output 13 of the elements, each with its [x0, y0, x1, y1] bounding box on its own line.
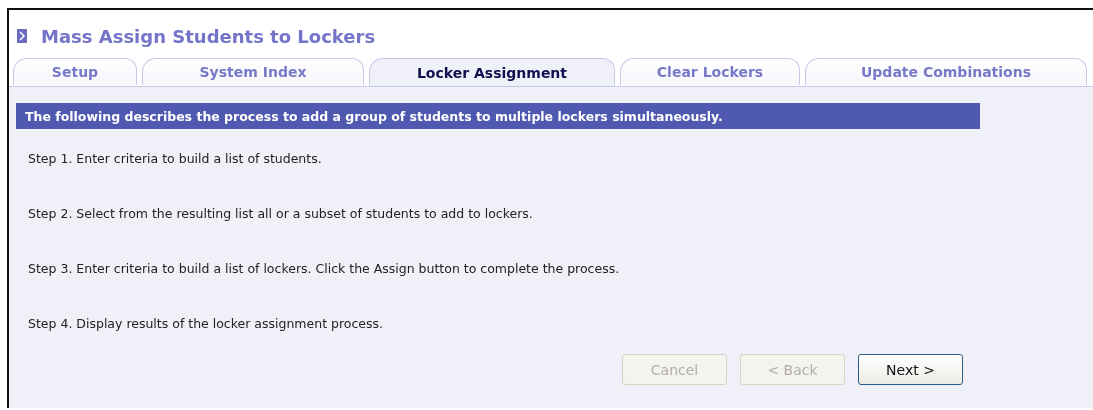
step-text: Step 2. Select from the resulting list all or a subset of students to add to lockers. — [28, 205, 534, 223]
step-text: Step 3. Enter criteria to build a list of lockers. Click the Assign button to complete the process. — [28, 260, 621, 278]
step-text: Step 4. Display results of the locker assignment process. — [28, 315, 385, 333]
tab[interactable]: Clear Lockers — [620, 58, 800, 85]
tab[interactable]: System Index — [142, 58, 364, 85]
tab[interactable]: Setup — [13, 58, 137, 85]
info-banner: The following describes the process to add a group of students to multiple lockers simultaneously. — [16, 103, 980, 129]
tab[interactable]: Update Combinations — [805, 58, 1087, 85]
step-text: Step 1. Enter criteria to build a list of students. — [28, 150, 323, 168]
expand-icon[interactable] — [17, 29, 27, 43]
tab[interactable]: Locker Assignment — [369, 58, 615, 86]
wizard-button[interactable]: Next > — [858, 354, 963, 385]
page-title: Mass Assign Students to Lockers — [41, 25, 376, 47]
